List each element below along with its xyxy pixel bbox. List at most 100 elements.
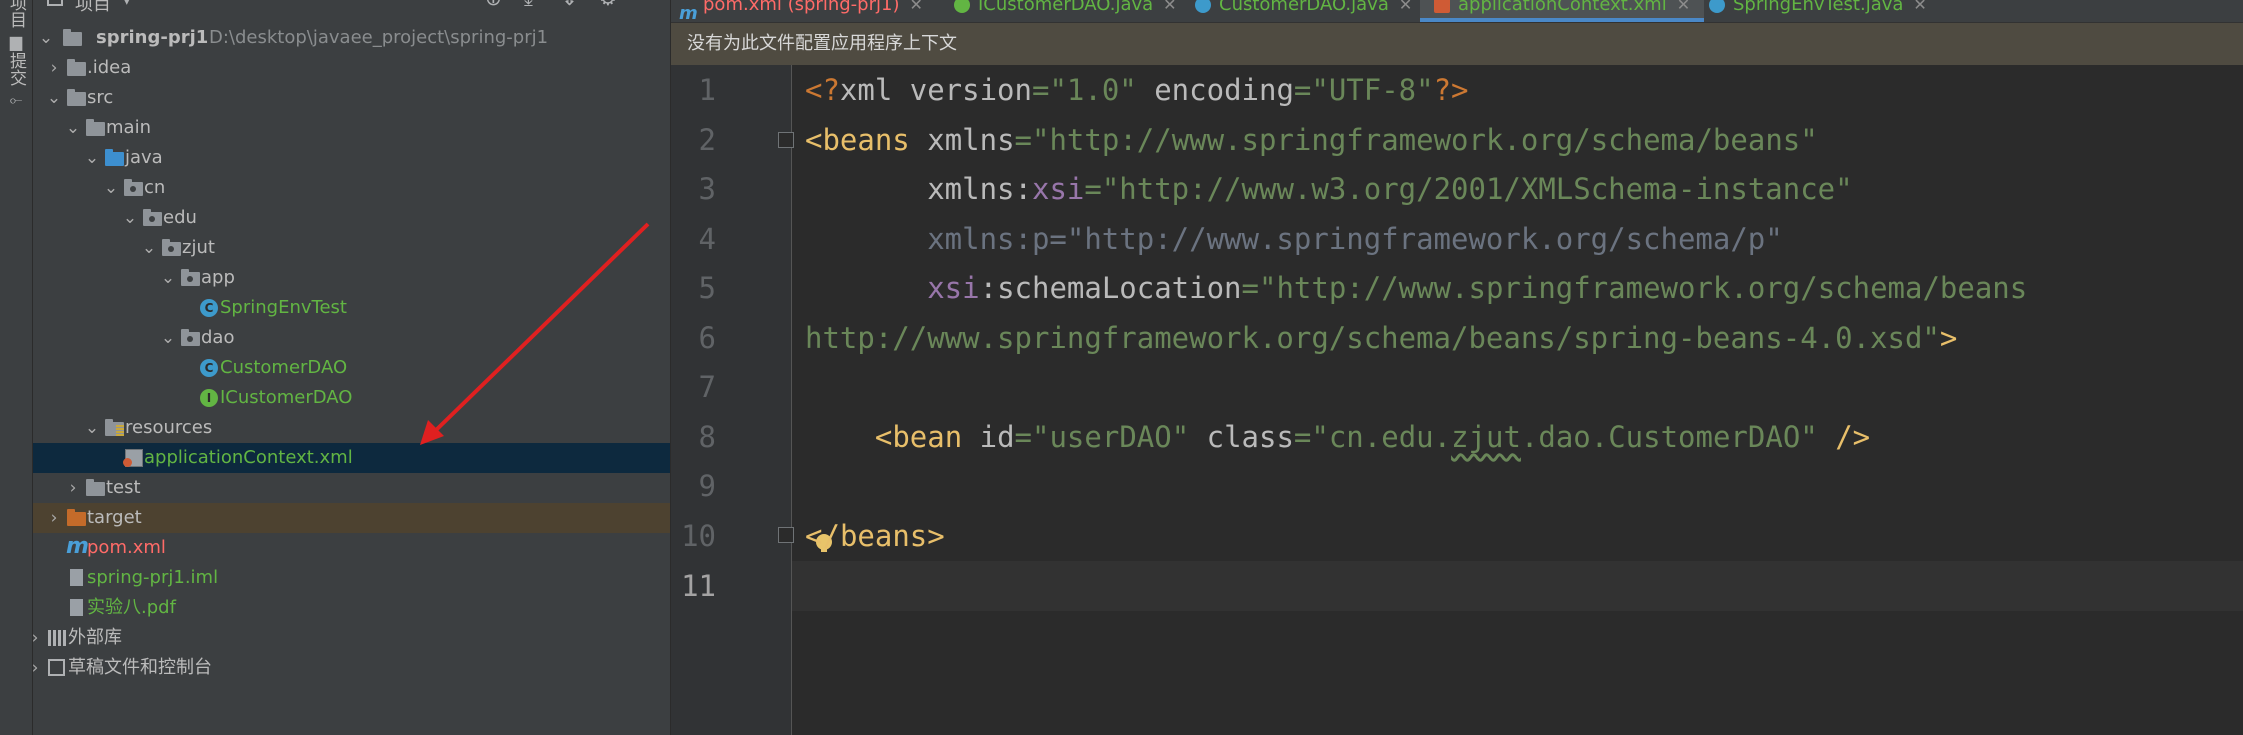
code-token: /> <box>1817 420 1871 454</box>
tab-customerdao[interactable]: CustomerDAO.java ✕ <box>1195 0 1412 22</box>
library-icon <box>48 630 66 646</box>
tree-label: app <box>201 267 235 288</box>
context-warning-banner: 没有为此文件配置应用程序上下文 <box>671 23 2243 65</box>
project-view-icon <box>47 0 63 6</box>
chevron-right-icon[interactable]: › <box>33 623 43 653</box>
tree-row-src[interactable]: ⌄ src <box>33 83 670 113</box>
close-icon[interactable]: ✕ <box>909 0 922 14</box>
tree-row-main[interactable]: ⌄ main <box>33 113 670 143</box>
package-icon <box>124 179 143 196</box>
code-line-6[interactable]: http://www.springframework.org/schema/be… <box>805 313 1957 363</box>
close-icon[interactable]: ✕ <box>1163 0 1176 14</box>
tree-row-iml[interactable]: spring-prj1.iml <box>33 563 670 593</box>
code-token: "http://www.w3.org/2001/XMLSchema-instan… <box>1101 172 1853 206</box>
code-token: beans <box>822 123 928 157</box>
tree-row-project-root[interactable]: ⌄ spring-prj1 D:\desktop\javaee_project\… <box>33 23 670 53</box>
tree-row-app[interactable]: ⌄ app <box>33 263 670 293</box>
current-line-highlight <box>792 561 2243 611</box>
tree-row-applicationcontext[interactable]: applicationContext.xml <box>33 443 670 473</box>
chevron-down-icon[interactable]: ⌄ <box>160 323 176 353</box>
tree-row-test[interactable]: › test <box>33 473 670 503</box>
tab-springenvtest[interactable]: SpringEnvTest.java ✕ <box>1709 0 1927 22</box>
commit-tool-tab[interactable]: 提交 ⟜ <box>2 52 30 110</box>
spring-xml-icon <box>123 449 143 467</box>
code-token: class <box>1189 420 1294 454</box>
tab-label: SpringEnvTest.java <box>1733 0 1904 15</box>
tree-row-resources[interactable]: ⌄ resources <box>33 413 670 443</box>
tab-pom-xml[interactable]: m pom.xml (spring-prj1) ✕ <box>679 0 923 24</box>
chevron-down-icon[interactable]: ⌄ <box>84 143 100 173</box>
class-icon: C <box>200 359 218 377</box>
tree-label: 实验八.pdf <box>87 597 176 618</box>
line-number: 3 <box>698 172 716 206</box>
collapse-all-icon[interactable]: ⤓ <box>524 0 533 10</box>
line-number: 2 <box>698 123 716 157</box>
tab-applicationcontext[interactable]: applicationContext.xml ✕ <box>1420 0 1705 22</box>
project-panel-header: 项目 ▼ ⊕ ⤓ ⇕ ⚙ — <box>33 0 670 15</box>
chevron-down-icon[interactable]: ▼ <box>121 0 133 7</box>
tab-label: CustomerDAO.java <box>1219 0 1389 15</box>
chevron-down-icon[interactable]: ⌄ <box>84 413 100 443</box>
fold-open-icon[interactable] <box>778 132 794 148</box>
chevron-down-icon[interactable]: ⌄ <box>46 83 62 113</box>
code-token: = <box>1031 73 1050 107</box>
tree-label: dao <box>201 327 235 348</box>
tree-row-customerdao[interactable]: C CustomerDAO <box>33 353 670 383</box>
tree-row-target[interactable]: › target <box>33 503 670 533</box>
tree-row-pdf[interactable]: 实验八.pdf <box>33 593 670 623</box>
code-line-8[interactable]: <bean id="userDAO" class="cn.edu.zjut.da… <box>805 412 1870 462</box>
code-token: "userDAO" <box>1032 420 1190 454</box>
chevron-down-icon[interactable]: ⌄ <box>38 23 54 53</box>
package-icon <box>181 269 200 286</box>
maven-icon: m <box>66 534 89 559</box>
tree-row-springenvtest[interactable]: C SpringEnvTest <box>33 293 670 323</box>
close-icon[interactable]: ✕ <box>1399 0 1412 14</box>
chevron-right-icon[interactable]: › <box>46 53 62 83</box>
tree-row-cn[interactable]: ⌄ cn <box>33 173 670 203</box>
chevron-right-icon[interactable]: › <box>65 473 81 503</box>
chevron-down-icon[interactable]: ⌄ <box>160 263 176 293</box>
chevron-down-icon[interactable]: ⌄ <box>103 173 119 203</box>
close-icon[interactable]: ✕ <box>1913 0 1926 14</box>
settings-icon[interactable]: ⚙ <box>599 0 617 10</box>
code-line-2[interactable]: <beans xmlns="http://www.springframework… <box>805 115 1818 165</box>
code-line-1[interactable]: <?xml version="1.0" encoding="UTF-8"?> <box>805 65 1469 115</box>
code-token: "http://www.springframework.org/schema/b… <box>1258 271 2028 305</box>
tree-row-edu[interactable]: ⌄ edu <box>33 203 670 233</box>
hide-icon[interactable]: — <box>637 0 657 10</box>
code-token: < <box>805 519 823 553</box>
tree-row-external-libraries[interactable]: › 外部库 <box>33 623 670 653</box>
chevron-right-icon[interactable]: › <box>46 503 62 533</box>
chevron-down-icon[interactable]: ⌄ <box>65 113 81 143</box>
fold-close-icon[interactable] <box>778 527 794 543</box>
tree-row-pom[interactable]: m pom.xml <box>33 533 670 563</box>
close-icon[interactable]: ✕ <box>1677 0 1690 14</box>
code-token: = <box>1241 271 1259 305</box>
code-line-4[interactable]: xmlns:p="http://www.springframework.org/… <box>805 214 1783 264</box>
chevron-right-icon[interactable]: › <box>33 653 43 683</box>
project-tool-tab[interactable]: 项目 ▆ <box>2 0 30 52</box>
pdf-file-icon <box>70 599 83 616</box>
tree-row-zjut[interactable]: ⌄ zjut <box>33 233 670 263</box>
folder-icon <box>67 89 86 106</box>
tree-row-dao[interactable]: ⌄ dao <box>33 323 670 353</box>
commit-icon: ⟜ <box>9 90 23 109</box>
interface-icon: I <box>200 389 218 407</box>
tree-row-idea[interactable]: › .idea <box>33 53 670 83</box>
code-token: = <box>1014 420 1033 454</box>
expand-icon[interactable]: ⇕ <box>561 0 578 10</box>
chevron-down-icon[interactable]: ⌄ <box>122 203 138 233</box>
tab-icustomerdao[interactable]: ICustomerDAO.java ✕ <box>954 0 1177 22</box>
chevron-down-icon[interactable]: ⌄ <box>141 233 157 263</box>
package-icon <box>143 209 162 226</box>
tree-row-icustomerdao[interactable]: I ICustomerDAO <box>33 383 670 413</box>
tree-row-java[interactable]: ⌄ java <box>33 143 670 173</box>
tree-row-scratches[interactable]: › 草稿文件和控制台 <box>33 653 670 683</box>
code-line-5[interactable]: xsi:schemaLocation="http://www.springfra… <box>805 263 2027 313</box>
code-line-10[interactable]: </beans> <box>805 511 945 561</box>
line-number: 8 <box>698 420 716 454</box>
code-line-3[interactable]: xmlns:xsi="http://www.w3.org/2001/XMLSch… <box>805 164 1853 214</box>
code-token: "cn.edu. <box>1311 420 1452 454</box>
folder-icon <box>67 59 86 76</box>
target-icon[interactable]: ⊕ <box>485 0 502 10</box>
